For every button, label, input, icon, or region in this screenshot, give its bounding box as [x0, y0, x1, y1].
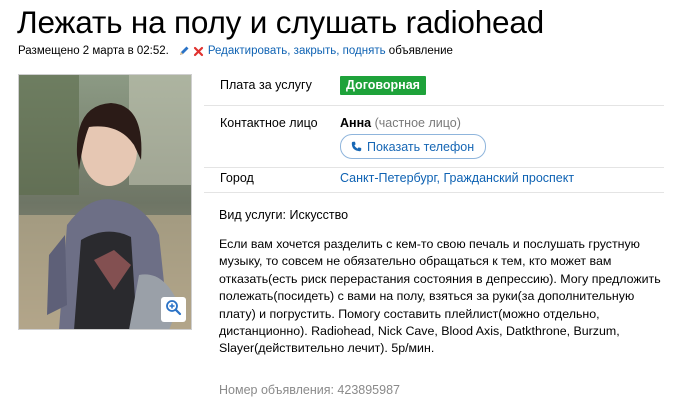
contact-name-text: Анна — [340, 116, 372, 130]
listing-photo[interactable] — [18, 74, 192, 330]
price-label: Плата за услугу — [220, 78, 312, 92]
magnifier-plus-icon — [165, 299, 182, 321]
edit-close-raise-link[interactable]: Редактировать, закрыть, поднять — [208, 45, 386, 57]
description-line: полежать(посидеть) с вами на полу, взять… — [219, 289, 635, 304]
show-phone-button[interactable]: Показать телефон — [340, 134, 487, 159]
price-row: Плата за услугу Договорная — [204, 68, 664, 106]
contact-type: (частное лицо) — [371, 116, 461, 130]
description-line: музыку, то совсем не обязательно обращат… — [219, 254, 612, 269]
contact-row: Контактное лицо Анна (частное лицо) Пока… — [204, 106, 664, 168]
service-type: Вид услуги: Искусство — [219, 208, 349, 222]
contact-label: Контактное лицо — [220, 116, 318, 130]
contact-name: Анна (частное лицо) — [340, 116, 461, 130]
city-row: Город Санкт-Петербург, Гражданский просп… — [204, 168, 664, 193]
description-line: отказать(есть риск перерастания состояни… — [219, 271, 661, 286]
city-label: Город — [220, 171, 254, 185]
price-badge: Договорная — [340, 76, 426, 95]
description-line: плату) и погрустить. Помогу составить пл… — [219, 306, 600, 321]
show-phone-label: Показать телефон — [367, 139, 475, 154]
description-line: Slayer(действительно лечит). 5р/мин. — [219, 341, 435, 356]
ad-number: Номер объявления: 423895987 — [219, 383, 400, 397]
city-link[interactable]: Санкт-Петербург, Гражданский проспект — [340, 171, 574, 185]
actions-suffix: объявление — [385, 45, 453, 57]
listing-details: Плата за услугу Договорная — [204, 68, 664, 106]
listing-meta: Размещено 2 марта в 02:52. Редактировать… — [18, 45, 453, 57]
description: Если вам хочется разделить с кем-то свою… — [219, 236, 664, 358]
phone-icon — [351, 141, 362, 152]
photo-image — [19, 75, 191, 329]
listing-title: Лежать на полу и слушать radiohead — [17, 4, 544, 40]
close-icon[interactable] — [193, 46, 204, 57]
description-line: Если вам хочется разделить с кем-то свою… — [219, 237, 640, 251]
pencil-icon[interactable] — [178, 45, 190, 57]
posted-date: Размещено 2 марта в 02:52. — [18, 45, 169, 57]
description-line: дистанционно). Radiohead, Nick Cave, Blo… — [219, 324, 620, 339]
zoom-button[interactable] — [161, 297, 186, 322]
